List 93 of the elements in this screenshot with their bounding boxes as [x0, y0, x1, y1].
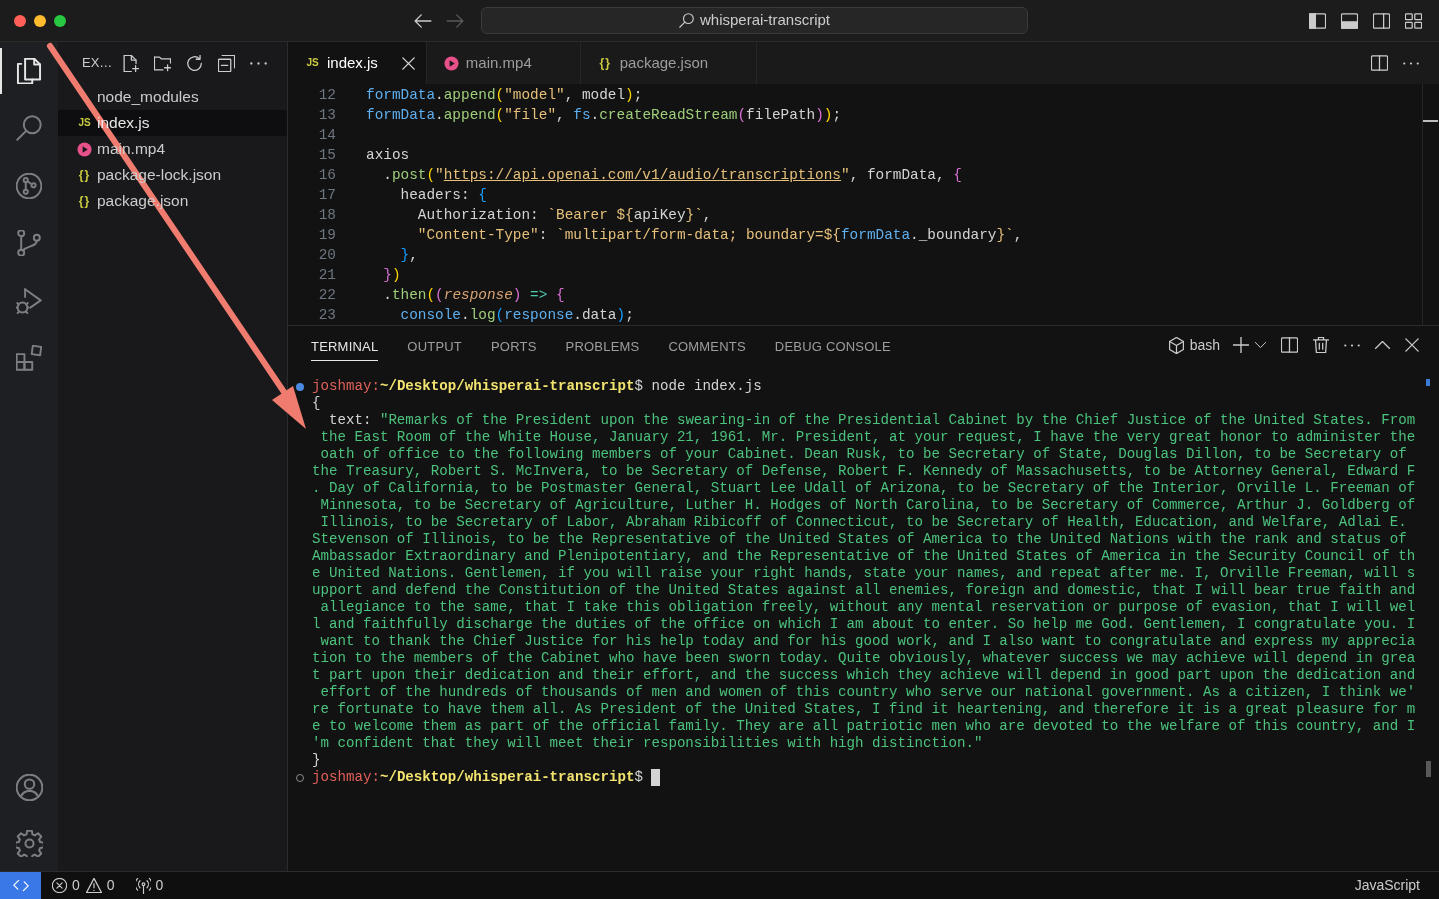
chevron-up-icon[interactable]	[1375, 341, 1390, 349]
line-number: 16	[317, 165, 336, 185]
code-line: },	[399, 245, 418, 265]
terminal-text: }	[312, 752, 321, 769]
panel-tab[interactable]: OUTPUT	[407, 333, 462, 361]
cube-icon	[1168, 336, 1184, 354]
panel-toggle-icon[interactable]	[1341, 12, 1358, 29]
scrollbar-thumb	[1426, 761, 1431, 777]
minimize-window-button[interactable]	[34, 14, 46, 27]
error-icon	[52, 878, 67, 893]
panel-tab[interactable]: DEBUG CONSOLE	[774, 333, 891, 361]
extensions-icon[interactable]	[16, 345, 42, 372]
json-file-icon: {}	[597, 57, 613, 69]
line-number: 12	[317, 85, 336, 105]
search-icon	[678, 13, 694, 28]
broadcast-icon	[135, 877, 151, 894]
editor-tab[interactable]: JS index.js	[288, 42, 427, 84]
code-line: "Content-Type": `multipart/form-data; boundary=${formData._boundary}`,	[416, 225, 1023, 245]
terminal-instance-tab[interactable]: bash	[1168, 334, 1220, 356]
language-mode-button[interactable]: JavaScript	[1354, 875, 1420, 896]
warnings-button[interactable]: 0	[85, 875, 115, 896]
json-file-icon: {}	[77, 195, 92, 207]
line-number: 22	[317, 285, 336, 305]
panel-tab[interactable]: COMMENTS	[668, 333, 746, 361]
js-file-icon: JS	[305, 58, 320, 68]
run-debug-icon[interactable]	[16, 287, 42, 314]
overview-ruler-marker	[1423, 120, 1438, 122]
close-icon[interactable]	[1405, 338, 1419, 352]
play-circle-icon	[77, 141, 92, 157]
code-line: .then((response) => {	[382, 285, 565, 305]
code-line: .post("https://api.openai.com/v1/audio/transcriptions", formData, {	[382, 165, 962, 185]
more-icon[interactable]	[1403, 61, 1419, 65]
zoom-window-button[interactable]	[54, 14, 66, 27]
sidebar-title: EX…	[82, 54, 113, 73]
remote-icon	[12, 879, 29, 892]
close-window-button[interactable]	[14, 14, 26, 27]
trash-icon[interactable]	[1313, 337, 1329, 353]
line-number: 21	[317, 265, 336, 285]
secondary-sidebar-toggle-icon[interactable]	[1373, 12, 1390, 29]
code-line: headers: {	[399, 185, 487, 205]
line-number: 14	[317, 125, 336, 145]
line-number: 17	[317, 185, 336, 205]
panel-tab[interactable]: PORTS	[491, 333, 537, 361]
line-number: 20	[317, 245, 336, 265]
source-control-icon[interactable]	[16, 230, 42, 257]
line-number: 19	[317, 225, 336, 245]
code-line: })	[382, 265, 401, 285]
command-text: node index.js	[651, 378, 762, 395]
ports-button[interactable]: 0	[135, 875, 164, 896]
new-file-icon[interactable]	[122, 54, 139, 72]
chevron-down-icon[interactable]	[1255, 342, 1266, 348]
line-number: 23	[317, 305, 336, 325]
play-circle-icon	[443, 55, 459, 71]
terminal-prompt: joshmay:~/Desktop/whisperai-transcript$	[312, 378, 643, 395]
files-icon[interactable]	[16, 57, 42, 84]
git-graph-icon[interactable]	[16, 172, 42, 199]
new-folder-icon[interactable]	[154, 54, 171, 72]
js-file-icon: JS	[77, 118, 92, 128]
settings-icon[interactable]	[15, 829, 43, 857]
plus-icon[interactable]	[1233, 337, 1249, 353]
line-number: 18	[317, 205, 336, 225]
collapse-all-icon[interactable]	[218, 54, 235, 72]
close-icon[interactable]	[401, 56, 415, 70]
code-line: formData.append("model", model);	[366, 85, 643, 105]
layout-grid-icon[interactable]	[1405, 12, 1422, 29]
file-item[interactable]: node_modules	[58, 84, 287, 110]
scroll-marker	[1426, 379, 1430, 386]
code-line: console.log(response.data);	[399, 305, 634, 325]
errors-button[interactable]: 0	[52, 875, 80, 896]
terminal-text: {	[312, 395, 321, 412]
line-number: 13	[317, 105, 336, 125]
url-link[interactable]: https://api.openai.com/v1/audio/transcriptions	[443, 166, 841, 183]
panel-tab[interactable]: TERMINAL	[311, 333, 379, 361]
terminal-prompt: joshmay:~/Desktop/whisperai-transcript$	[312, 769, 643, 786]
back-arrow-icon[interactable]	[414, 13, 432, 28]
split-terminal-icon[interactable]	[1281, 337, 1298, 353]
primary-sidebar-toggle-icon[interactable]	[1309, 12, 1326, 29]
line-number: 15	[317, 145, 336, 165]
json-file-icon: {}	[77, 169, 92, 181]
code-line: axios	[366, 145, 410, 165]
warning-icon	[85, 878, 102, 893]
refresh-icon[interactable]	[186, 54, 203, 72]
remote-button[interactable]	[0, 872, 41, 899]
account-icon[interactable]	[15, 773, 43, 801]
panel-tab[interactable]: PROBLEMS	[565, 333, 640, 361]
more-icon[interactable]	[1344, 343, 1360, 347]
split-editor-icon[interactable]	[1371, 55, 1388, 71]
search-icon[interactable]	[16, 115, 42, 142]
terminal-output: text: "Remarks of the President upon the swearing-in of the Presidential Cabinet by the Chief Justice of the United States. From the East Room of the White House, January 21, 1961. Mr. President, at your request, I have the very great honor to administer the oath of office to the following members of your Cabinet. Dean Rusk, to be Secretary of State, Douglas Dillon, to be Secretary of the Treasury, Robert S. McInvera, to be Secretary of Defense, Robert F. Kennedy of Massachusetts, to be Attorney General, Edward F. Day of California, to be Postmaster General, Stuart Lee Udall of Arizona, to be Secretary of the Interior, Orville L. Freeman of Minnesota, to be Secretary of Agriculture, Luther H. Hodges of North Carolina, to be Secretary of Commerce, Arthur J. Goldberg of Illinois, to be Secretary of Labor, Abraham Ribicoff of Connecticut, to be Secretary of Health, Education, and Welfare, Adlai E. Stevenson of Illinois, to be the Representative of the United States of America to the United Nations with the rank and status of Ambassador Extraordinary and Plenipotentiary, and the Representative of the United States of America in the Security Council of the United Nations. Gentlemen, if you will raise your right hands, state your names, and repeat after me. I, Orville Freeman, will support and defend the Constitution of the United States against all enemies, foreign and domestic, that I will bear true faith and allegiance to the same, that I take this obligation freely, without any mental reservation or purpose of evasion, that I will well and faithfully discharge the duties of the office on which I am about to enter. So help me God. Gentlemen, I congratulate you. I want to thank the Chief Justice for his help today and for his good work, and I also want to congratulate and express my appreciation to the members of the Cabinet who have been sworn today. Quite obviously, whatever success we may achieve will depend in great part upon their dedication and their effort, and the success which they achieve will depend in good part upon the dedication and effort of the hundreds of thousands of men and women of this country who serve our national government. As a citizen, I think we're fortunate to have them all. As President of the United States, I find it heartening, and therefore it is a great pleasure for me to welcome them as part of the official family. They are all patriotic men who are devoted to the welfare of this country, and I'm confident that they will meet their responsibilities with high distinction."	[312, 412, 1417, 752]
code-line: Authorization: `Bearer ${apiKey}`,	[416, 205, 712, 225]
command-center-button[interactable]: whisperai-transcript	[481, 7, 1028, 34]
code-line: formData.append("file", fs.createReadStream(filePath));	[366, 105, 842, 125]
more-icon[interactable]	[250, 61, 267, 65]
